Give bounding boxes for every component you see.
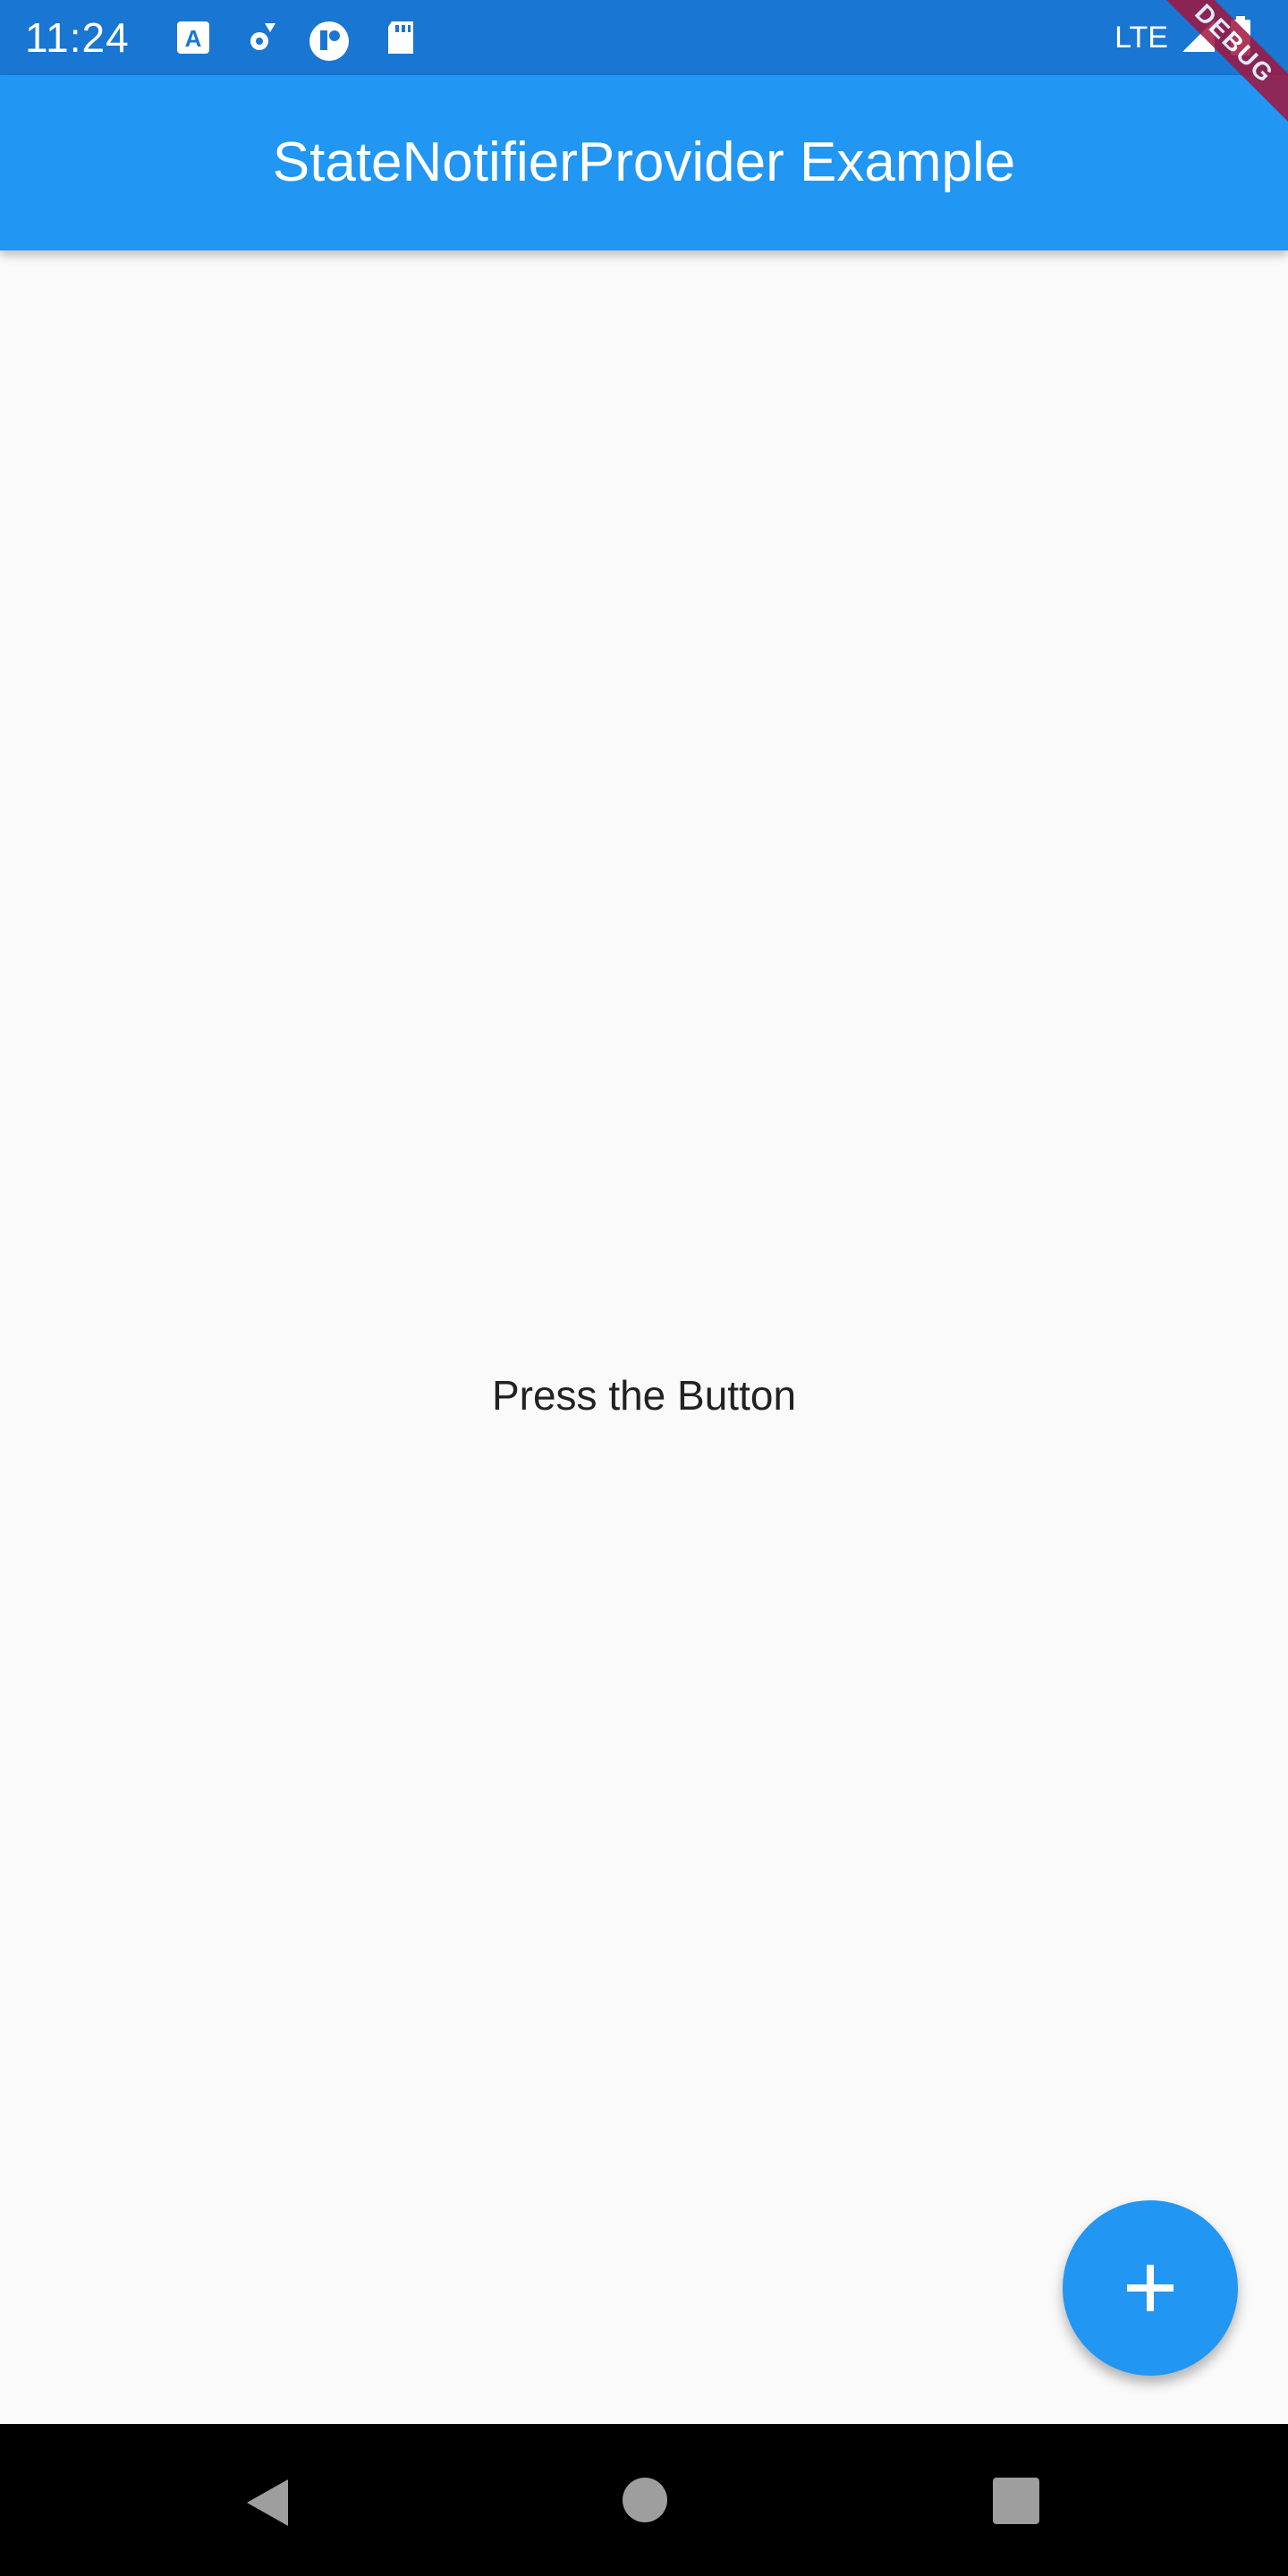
system-navigation-bar bbox=[0, 2424, 1288, 2576]
app-bar: StateNotifierProvider Example bbox=[0, 75, 1288, 250]
main-content: Press the Button bbox=[0, 250, 1288, 2424]
status-bar: 11:24 A LTE bbox=[0, 0, 1288, 75]
svg-text:A: A bbox=[185, 25, 202, 52]
translate-icon: A bbox=[175, 20, 211, 55]
center-message: Press the Button bbox=[491, 1372, 797, 1419]
sd-card-icon bbox=[383, 20, 419, 55]
settings-icon bbox=[242, 20, 277, 55]
app-bar-title: StateNotifierProvider Example bbox=[272, 131, 1016, 193]
home-icon[interactable] bbox=[623, 2478, 667, 2522]
recents-icon[interactable] bbox=[993, 2478, 1039, 2524]
back-icon[interactable] bbox=[243, 2478, 293, 2532]
plus-icon bbox=[1127, 2265, 1174, 2311]
app-icon bbox=[308, 20, 349, 61]
network-type: LTE bbox=[1114, 21, 1168, 55]
add-button[interactable] bbox=[1063, 2200, 1238, 2376]
status-time: 11:24 bbox=[25, 14, 130, 61]
app-screen: 11:24 A LTE StateNotifierProvider Exampl… bbox=[0, 0, 1288, 2576]
